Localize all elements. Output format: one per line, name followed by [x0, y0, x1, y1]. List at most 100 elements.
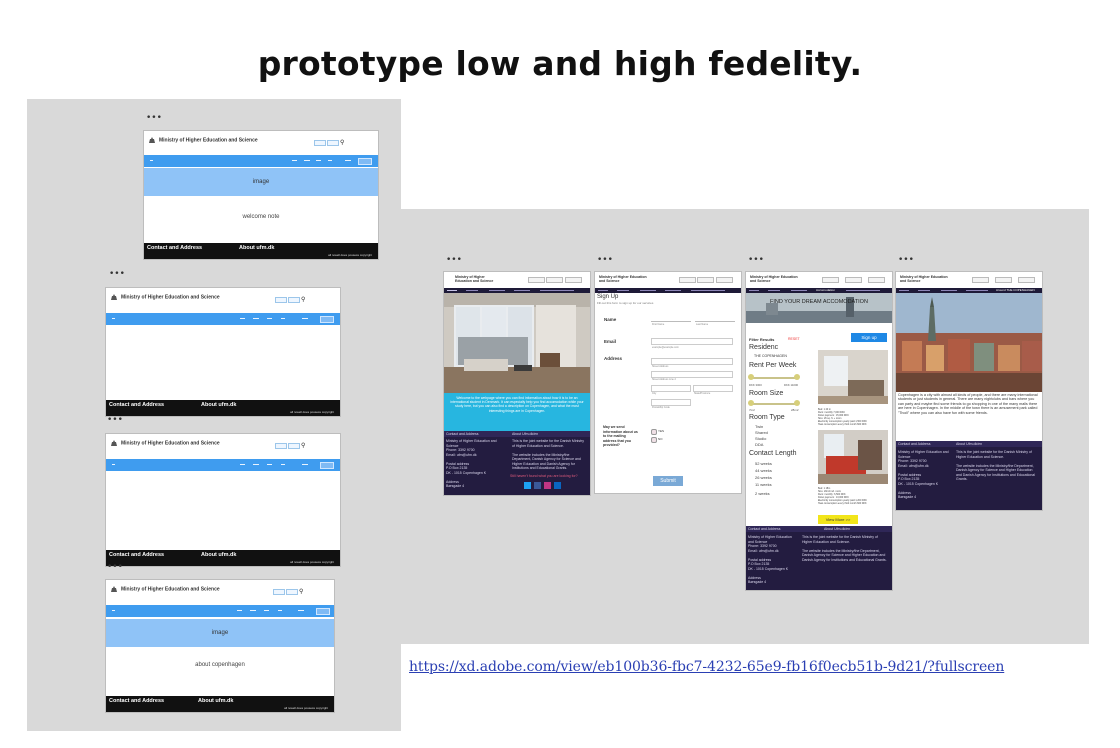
header-pill-button[interactable]: [565, 277, 582, 283]
header-pill-button[interactable]: [972, 277, 989, 283]
header-pill-button[interactable]: [1018, 277, 1035, 283]
rent-slider-max-handle[interactable]: [794, 374, 800, 380]
contract-52[interactable]: 52 weeks: [755, 461, 772, 466]
signup-button[interactable]: [288, 443, 300, 449]
room-type-studio[interactable]: Studio: [755, 436, 766, 441]
login-button[interactable]: [273, 589, 285, 595]
signup-title: Sign Up: [597, 294, 619, 300]
artboard-menu-dots[interactable]: •••: [107, 563, 123, 572]
lowfi-page-artboard[interactable]: Ministry of Higher Education and Science…: [105, 433, 341, 567]
footer: Contact and Address About Ufm.dk/en Mini…: [444, 431, 590, 495]
artboard-menu-dots[interactable]: •••: [597, 256, 613, 265]
nav-bar[interactable]: [144, 155, 378, 167]
header-pill-button[interactable]: [528, 277, 545, 283]
nav-accomodation-active[interactable]: Accomodation: [816, 288, 835, 292]
search-icon[interactable]: ⚲: [301, 442, 305, 449]
login-button[interactable]: [314, 140, 326, 146]
login-button[interactable]: [275, 297, 287, 303]
view-more-button[interactable]: View More >>: [818, 515, 858, 524]
reset-link[interactable]: RESET: [788, 337, 800, 341]
contract-26[interactable]: 26 weeks: [755, 475, 772, 480]
header-pill-button[interactable]: [845, 277, 862, 283]
room-photo-2[interactable]: [818, 430, 888, 484]
twitter-icon[interactable]: [524, 482, 531, 489]
lowfi-about-artboard[interactable]: Ministry of Higher Education and Science…: [105, 579, 335, 713]
hifi-signup-artboard[interactable]: Ministry of Higher Education and Science…: [594, 271, 742, 494]
rent-slider[interactable]: [749, 377, 799, 379]
hifi-accommodation-artboard[interactable]: Ministry of Higher Education and Science…: [745, 271, 893, 591]
footer-about[interactable]: About ufm.dk: [201, 552, 236, 558]
nav-bar[interactable]: [106, 459, 340, 471]
first-name-input[interactable]: [651, 316, 691, 322]
xd-prototype-link[interactable]: https://xd.adobe.com/view/eb100b36-fbc7-…: [409, 659, 1004, 675]
lowfi-page-artboard[interactable]: Ministry of Higher Education and Science…: [105, 287, 341, 417]
signup-button[interactable]: [327, 140, 339, 146]
artboard-menu-dots[interactable]: •••: [146, 114, 162, 123]
last-name-input[interactable]: [695, 316, 735, 322]
hifi-copenhagen-artboard[interactable]: Ministry of Higher Education and Science…: [895, 271, 1043, 511]
room-type-dda[interactable]: DDA: [755, 442, 763, 447]
yes-radio[interactable]: [651, 429, 657, 435]
header-pill-button[interactable]: [697, 277, 714, 283]
header-pill-button[interactable]: [822, 277, 839, 283]
contract-2[interactable]: 2 weeks: [755, 491, 770, 496]
footer-contact: Contact and Address: [109, 402, 165, 408]
artboard-menu-dots[interactable]: •••: [748, 256, 764, 265]
crest-icon: [148, 136, 156, 144]
nav-around-active[interactable]: Around THE COPENHAGEN: [996, 288, 1035, 292]
rent-max: DKK 11000: [784, 383, 799, 387]
nav-bar[interactable]: [106, 313, 340, 325]
room-photo-1[interactable]: [818, 350, 888, 404]
header-pill-button[interactable]: [995, 277, 1012, 283]
postal-field[interactable]: [651, 399, 691, 406]
search-icon[interactable]: ⚲: [340, 139, 344, 146]
header-pill-button[interactable]: [868, 277, 885, 283]
no-radio[interactable]: [651, 437, 657, 443]
facebook-icon[interactable]: [534, 482, 541, 489]
search-icon[interactable]: ⚲: [301, 296, 305, 303]
artboard-menu-dots[interactable]: •••: [446, 256, 462, 265]
room-type-twin[interactable]: Twin: [755, 424, 763, 429]
contract-11[interactable]: 11 weeks: [755, 482, 772, 487]
artboard-menu-dots[interactable]: •••: [107, 416, 123, 425]
lowfi-home-artboard[interactable]: Ministry of Higher Education and Science…: [143, 130, 379, 260]
search-icon[interactable]: ⚲: [299, 588, 303, 595]
state-field[interactable]: [693, 385, 733, 392]
footer-about[interactable]: About ufm.dk: [201, 402, 236, 408]
artboard-menu-dots[interactable]: •••: [898, 256, 914, 265]
room-type-shared[interactable]: Shared: [755, 430, 768, 435]
sign-up-button[interactable]: Sign up: [851, 333, 887, 342]
street2-field[interactable]: [651, 371, 733, 378]
size-slider-max-handle[interactable]: [794, 400, 800, 406]
footer-contact-head: Contact and Address: [898, 442, 931, 446]
signup-button[interactable]: [288, 297, 300, 303]
email-label: Email: [604, 339, 617, 344]
size-slider-min-handle[interactable]: [748, 400, 754, 406]
crest-icon: [110, 293, 118, 301]
login-button[interactable]: [275, 443, 287, 449]
contract-44[interactable]: 44 weeks: [755, 468, 772, 473]
header-pill-button[interactable]: [546, 277, 563, 283]
header-pill-button[interactable]: [716, 277, 733, 283]
footer-contact-body: Ministry of Higher Education and Science…: [748, 535, 792, 584]
header-pill-button[interactable]: [679, 277, 696, 283]
footer-about[interactable]: About ufm.dk: [239, 245, 274, 251]
header: Ministry of Higher Education and Science…: [106, 288, 340, 310]
signup-button[interactable]: [286, 589, 298, 595]
street-field[interactable]: [651, 358, 733, 365]
hifi-front-page-artboard[interactable]: Ministry of Higher Education and Science…: [443, 271, 591, 496]
nav-bar[interactable]: [106, 605, 334, 617]
footer-about[interactable]: About ufm.dk: [198, 698, 233, 704]
linkedin-icon[interactable]: [554, 482, 561, 489]
rent-slider-min-handle[interactable]: [748, 374, 754, 380]
instagram-icon[interactable]: [544, 482, 551, 489]
submit-button[interactable]: Submit: [653, 476, 683, 486]
city-field[interactable]: [651, 385, 691, 392]
nav-bar[interactable]: [595, 288, 741, 293]
header: Ministry of Higher Education and Science…: [144, 131, 378, 153]
last-name-hint: Last Name: [696, 323, 709, 326]
room-size-slider[interactable]: [749, 403, 799, 405]
email-field[interactable]: [651, 338, 733, 345]
artboard-menu-dots[interactable]: •••: [109, 270, 125, 279]
rent-head: Rent Per Week: [749, 362, 797, 369]
